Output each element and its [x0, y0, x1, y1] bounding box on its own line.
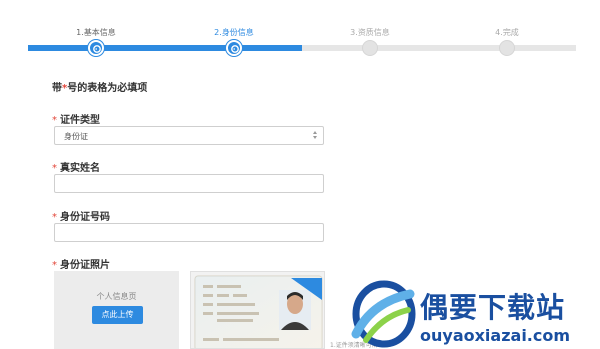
id-photo-label: * 身份证照片 [52, 256, 110, 271]
id-type-select[interactable]: 身份证 [54, 126, 324, 145]
id-number-input[interactable] [54, 223, 324, 242]
id-card-illustration [194, 275, 323, 348]
real-name-label-text: 真实姓名 [60, 163, 100, 174]
required-note-prefix: 带 [52, 83, 62, 94]
step-node-basic-info [88, 40, 104, 56]
step-check-icon [93, 45, 101, 53]
id-photo-upload-area[interactable]: 个人信息页 点此上传 [54, 271, 179, 349]
id-photo-label-text: 身份证照片 [60, 260, 110, 271]
upload-hint: 个人信息页 [96, 292, 137, 301]
required-note-suffix: 号的表格为必填项 [67, 83, 148, 94]
required-fields-note: 带*号的表格为必填项 [52, 79, 147, 94]
step-node-complete [499, 40, 515, 56]
select-arrows-icon [313, 131, 317, 139]
id-type-label-text: 证件类型 [60, 115, 100, 126]
id-type-selected-value: 身份证 [64, 132, 88, 141]
required-star: * [52, 115, 57, 126]
step-label-identity-info: 2.身份信息 [214, 28, 254, 37]
real-name-input[interactable] [54, 174, 324, 193]
real-name-label: * 真实姓名 [52, 159, 100, 174]
progress-track-completed [28, 45, 302, 51]
id-card-sample-image [190, 271, 325, 349]
id-number-label-text: 身份证号码 [60, 212, 110, 223]
id-number-label: * 身份证号码 [52, 208, 110, 223]
upload-button[interactable]: 点此上传 [92, 306, 143, 324]
watermark-logo-icon [351, 280, 416, 348]
required-star: * [52, 260, 57, 271]
step-label-qualification-info: 3.资质信息 [350, 28, 390, 37]
site-watermark: 偶要下载站 ouyaoxiazai.com [348, 276, 600, 349]
step-label-basic-info: 1.基本信息 [76, 28, 116, 37]
required-star: * [52, 212, 57, 223]
step-check-icon [231, 45, 239, 53]
step-node-qualification-info [362, 40, 378, 56]
step-label-complete: 4.完成 [495, 28, 519, 37]
progress-track-remaining [302, 45, 576, 51]
required-star: * [52, 163, 57, 174]
progress-steps: 1.基本信息 2.身份信息 3.资质信息 4.完成 [28, 0, 576, 60]
watermark-url: ouyaoxiazai.com [420, 326, 571, 345]
id-type-label: * 证件类型 [52, 111, 100, 126]
step-node-identity-info [226, 40, 242, 56]
watermark-title: 偶要下载站 [420, 291, 566, 324]
